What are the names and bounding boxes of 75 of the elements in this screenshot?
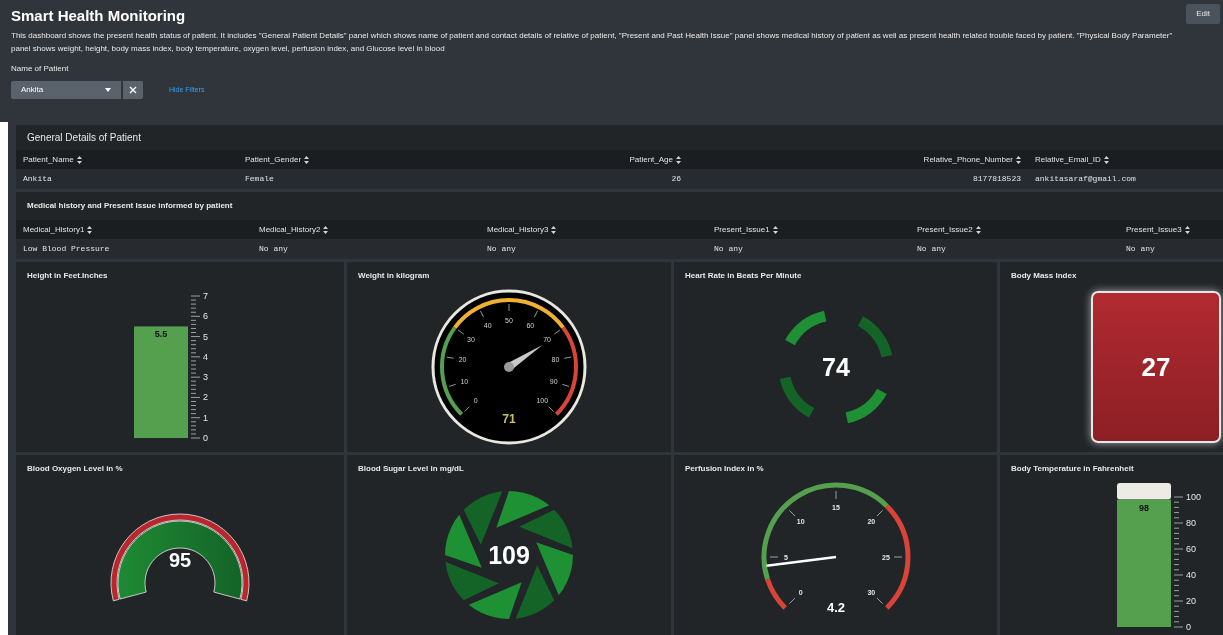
panel-title: Medical history and Present Issue informed by patient — [26, 200, 234, 212]
table-cell: 26 — [671, 173, 681, 185]
sort-icon — [1103, 155, 1109, 164]
table-cell: No any — [1126, 243, 1155, 255]
panel-title: Body Temperature in Fahrenheit — [1010, 463, 1135, 475]
table-cell: Low Blood Pressure — [23, 243, 110, 255]
needle — [765, 555, 836, 567]
gauge-value: 95 — [168, 549, 192, 571]
sort-icon — [304, 155, 310, 164]
table-cell: Ankita — [23, 173, 52, 185]
panel-title: Heart Rate in Beats Per Minute — [684, 270, 803, 282]
table-cell: No any — [259, 243, 288, 255]
gauge-value: 74 — [821, 353, 850, 381]
patient-dropdown[interactable]: Ankita — [11, 81, 121, 99]
panel-title: Blood Oxygen Level in % — [26, 463, 124, 475]
panel-title: Perfusion Index in % — [684, 463, 765, 475]
value-tile: 27 — [1091, 291, 1221, 443]
table-cell: No any — [714, 243, 743, 255]
column-header[interactable]: Present_Issue1 — [714, 223, 778, 236]
panel-title: Blood Sugar Level in mg/dL — [357, 463, 465, 475]
column-header[interactable]: Present_Issue2 — [917, 223, 981, 236]
table-cell: No any — [487, 243, 516, 255]
close-icon — [129, 86, 137, 94]
scale-label: 7 — [203, 291, 208, 301]
scale-label: 6 — [203, 311, 208, 322]
scale-label: 5 — [203, 331, 208, 342]
edit-button[interactable]: Edit — [1186, 4, 1220, 24]
panel-title: Body Mass Index — [1010, 270, 1078, 282]
panel-title: Height in Feet.Inches — [26, 270, 109, 282]
bar-value: 98 — [1139, 502, 1149, 513]
column-header[interactable]: Relative_Email_ID — [1035, 153, 1109, 166]
scale-label: 4 — [203, 351, 208, 362]
scale-label: 0 — [1186, 622, 1191, 632]
gauge-value: 71 — [502, 412, 516, 426]
scale-label: 0 — [203, 433, 208, 443]
column-header[interactable]: Relative_Phone_Number — [923, 153, 1021, 166]
scale-label: 3 — [203, 372, 208, 383]
column-header[interactable]: Medical_History1 — [23, 223, 93, 236]
scale-label: 20 — [1186, 596, 1196, 606]
needle — [504, 345, 543, 372]
filter-label: Name of Patient — [11, 63, 70, 75]
dashboard-title: Smart Health Monitoring — [11, 6, 186, 26]
scale-label: 100 — [1186, 492, 1202, 502]
column-header[interactable]: Present_Issue3 — [1126, 223, 1190, 236]
sort-icon — [772, 225, 778, 234]
scale-label: 40 — [1186, 570, 1196, 580]
scale-label: 60 — [1186, 544, 1196, 554]
caret-icon — [105, 88, 111, 92]
table-cell: 8177818523 — [973, 173, 1021, 185]
panel-title: General Details of Patient — [26, 131, 142, 145]
column-header[interactable]: Medical_History3 — [487, 223, 557, 236]
table-cell: Female — [245, 173, 274, 185]
scale-label: 80 — [1186, 518, 1196, 528]
table-cell: No any — [917, 243, 946, 255]
scale-label: 1 — [203, 412, 208, 423]
gauge-value: 4.2 — [826, 600, 845, 615]
clear-button[interactable] — [123, 81, 143, 99]
sort-icon — [975, 225, 981, 234]
column-header[interactable]: Medical_History2 — [259, 223, 329, 236]
column-header[interactable]: Patient_Age — [629, 153, 681, 166]
panel-title: Weight in kilogram — [357, 270, 431, 282]
gauge-value: 109 — [488, 541, 530, 569]
column-header[interactable]: Patient_Name — [23, 153, 82, 166]
sort-icon — [87, 225, 93, 234]
scale-label: 2 — [203, 392, 208, 403]
sort-icon — [323, 225, 329, 234]
sort-icon — [676, 155, 681, 164]
dashboard-description: This dashboard shows the present health status of patient. It includes "General Patient Details" panel which shows name of patient and contact details of relative of patient, "Present and Past Health Issue" panel shows medical history of patient as well as present health related trouble faced by patient. "Physical Body Parameter" panel shows weight, height, body mass index, body temperature, oxygen level, perfusion index, and Glucose level in blood — [11, 30, 1174, 55]
sort-icon — [1184, 225, 1190, 234]
column-header[interactable]: Patient_Gender — [245, 153, 310, 166]
sort-icon — [551, 225, 557, 234]
table-cell: ankitasaraf@gmail.com — [1035, 173, 1136, 185]
sort-icon — [76, 155, 82, 164]
bar-value: 5.5 — [154, 329, 168, 340]
sort-icon — [1016, 155, 1021, 164]
